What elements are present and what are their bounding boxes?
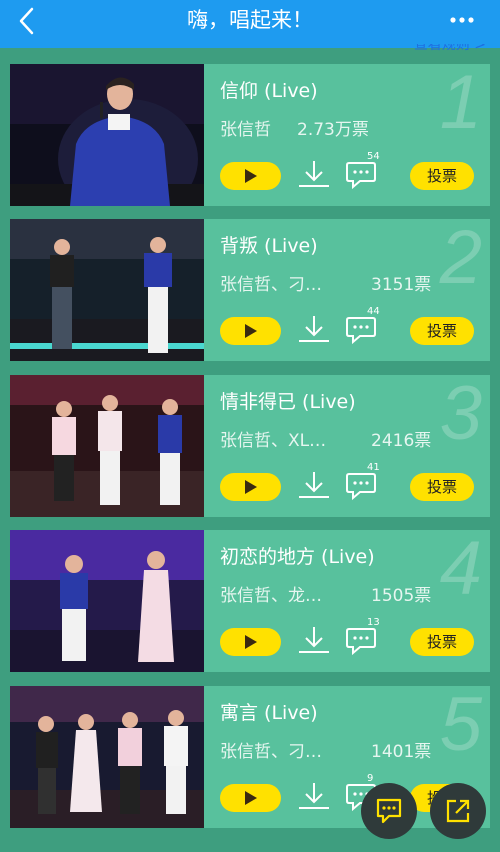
play-button[interactable] bbox=[220, 473, 281, 501]
artist-name: 张信哲、刁… bbox=[220, 742, 322, 762]
song-card[interactable]: 2 背叛 (Live) 张信哲、刁… 3151票 44 投票 bbox=[10, 219, 490, 361]
play-button[interactable] bbox=[220, 317, 281, 345]
vote-button[interactable]: 投票 bbox=[410, 162, 474, 190]
vote-button[interactable]: 投票 bbox=[410, 628, 474, 656]
song-thumbnail[interactable] bbox=[10, 64, 204, 206]
rank-number: 4 bbox=[439, 530, 482, 611]
comment-button[interactable] bbox=[345, 471, 377, 501]
download-button[interactable] bbox=[297, 159, 331, 189]
song-title[interactable]: 信仰 (Live) bbox=[220, 78, 318, 104]
comment-count: 54 bbox=[367, 151, 380, 162]
vote-count: 1401票 bbox=[371, 742, 432, 762]
comment-count: 13 bbox=[367, 617, 380, 628]
performance-photo bbox=[10, 64, 204, 206]
rank-number: 5 bbox=[439, 686, 482, 767]
vote-count: 2416票 bbox=[371, 431, 432, 451]
comment-count: 9 bbox=[367, 773, 374, 784]
share-icon bbox=[446, 799, 470, 823]
performance-photo bbox=[10, 530, 204, 672]
download-button[interactable] bbox=[297, 781, 331, 811]
song-thumbnail[interactable] bbox=[10, 375, 204, 517]
play-icon bbox=[245, 169, 257, 183]
download-button[interactable] bbox=[297, 625, 331, 655]
rank-number: 1 bbox=[439, 64, 482, 145]
song-card[interactable]: 5 寓言 (Live) 张信哲、刁… 1401票 9 投票 bbox=[10, 686, 490, 828]
comment-button[interactable] bbox=[345, 160, 377, 190]
comment-button[interactable] bbox=[345, 626, 377, 656]
song-title[interactable]: 情非得已 (Live) bbox=[220, 389, 356, 415]
song-thumbnail[interactable] bbox=[10, 686, 204, 828]
vote-button[interactable]: 投票 bbox=[410, 473, 474, 501]
download-button[interactable] bbox=[297, 470, 331, 500]
song-card[interactable]: 3 情非得已 (Live) 张信哲、XL… 2416票 41 投票 bbox=[10, 375, 490, 517]
song-thumbnail[interactable] bbox=[10, 530, 204, 672]
rank-number: 2 bbox=[439, 219, 482, 300]
song-title[interactable]: 初恋的地方 (Live) bbox=[220, 544, 375, 570]
comment-button[interactable] bbox=[345, 315, 377, 345]
vote-count: 3151票 bbox=[371, 275, 432, 295]
chat-button[interactable] bbox=[361, 783, 417, 839]
comment-count: 44 bbox=[367, 306, 380, 317]
vote-button[interactable]: 投票 bbox=[410, 317, 474, 345]
song-title[interactable]: 背叛 (Live) bbox=[220, 233, 318, 259]
comment-count: 41 bbox=[367, 462, 380, 473]
artist-name: 张信哲、刁… bbox=[220, 275, 322, 295]
play-icon bbox=[245, 480, 257, 494]
vote-count: 2.73万票 bbox=[297, 120, 369, 140]
artist-name: 张信哲 bbox=[220, 120, 271, 140]
comment-icon bbox=[346, 162, 376, 190]
artist-name: 张信哲、龙… bbox=[220, 586, 322, 606]
share-button[interactable] bbox=[430, 783, 486, 839]
performance-photo bbox=[10, 686, 204, 828]
vote-count: 1505票 bbox=[371, 586, 432, 606]
play-button[interactable] bbox=[220, 628, 281, 656]
download-icon bbox=[299, 627, 329, 653]
song-title[interactable]: 寓言 (Live) bbox=[220, 700, 318, 726]
download-button[interactable] bbox=[297, 314, 331, 344]
play-icon bbox=[245, 791, 257, 805]
rules-link[interactable]: 查看规则 > bbox=[414, 44, 486, 52]
download-icon bbox=[299, 161, 329, 187]
artist-name: 张信哲、XL… bbox=[220, 431, 327, 451]
download-icon bbox=[299, 472, 329, 498]
performance-photo bbox=[10, 375, 204, 517]
more-dots-icon bbox=[450, 17, 474, 23]
play-icon bbox=[245, 324, 257, 338]
comment-icon bbox=[346, 628, 376, 656]
play-button[interactable] bbox=[220, 784, 281, 812]
comment-icon bbox=[346, 317, 376, 345]
more-button[interactable] bbox=[448, 10, 478, 30]
rank-number: 3 bbox=[439, 375, 482, 456]
song-card[interactable]: 4 初恋的地方 (Live) 张信哲、龙… 1505票 13 投票 bbox=[10, 530, 490, 672]
chat-icon bbox=[376, 798, 402, 824]
song-thumbnail[interactable] bbox=[10, 219, 204, 361]
play-icon bbox=[245, 635, 257, 649]
comment-icon bbox=[346, 473, 376, 501]
page-title: 嗨，唱起来！ bbox=[187, 8, 313, 32]
performance-photo bbox=[10, 219, 204, 361]
song-card[interactable]: 1 信仰 (Live) 张信哲 2.73万票 54 投票 bbox=[10, 64, 490, 206]
download-icon bbox=[299, 316, 329, 342]
top-bar: 嗨，唱起来！ bbox=[0, 0, 500, 48]
download-icon bbox=[299, 783, 329, 809]
play-button[interactable] bbox=[220, 162, 281, 190]
